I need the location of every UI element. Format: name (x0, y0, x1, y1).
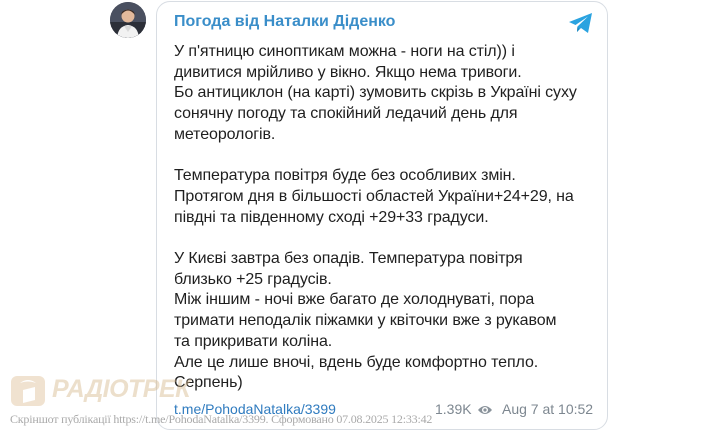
avatar-image (110, 2, 146, 38)
message-line: Температура повітря буде без особливих з… (174, 167, 516, 185)
post-card: Погода від Наталки Діденко У п'ятницю си… (156, 1, 608, 430)
message-line: Бо антициклон (на карті) зумовить скрізь… (174, 84, 577, 102)
message-line: близько +25 градусів. (174, 270, 332, 288)
channel-avatar[interactable] (110, 2, 146, 38)
screenshot-caption: Скріншот публікації https://t.me/PohodaN… (10, 412, 433, 426)
message-line: Протягом дня в більшості областей Україн… (174, 187, 574, 205)
eye-icon (478, 406, 492, 414)
message-paragraph: У п'ятницю синоптикам можна - ноги на ст… (174, 42, 604, 146)
radio-logo-icon (11, 376, 45, 406)
message-line: та прикривати коліна. (174, 332, 333, 350)
message-line: У п'ятницю синоптикам можна - ноги на ст… (174, 43, 515, 60)
message-line: півдні та південному сході +29+33 градус… (174, 208, 489, 226)
message-paragraph: Температура повітря буде без особливих з… (174, 166, 604, 228)
message-line: Але це лише вночі, вдень буде комфортно … (174, 353, 539, 371)
radiotrek-logo: РАДІОТРЕК (8, 370, 191, 410)
message-line: Між іншим - ночі вже багато де холоднува… (174, 291, 535, 309)
post-date: Aug 7 at 10:52 (502, 401, 594, 417)
telegram-post-screenshot: Погода від Наталки Діденко У п'ятницю си… (0, 0, 720, 436)
logo-text: РАДІОТРЕК (52, 375, 191, 403)
message-paragraph: У Києві завтра без опадів. Температура п… (174, 249, 604, 394)
message-line: метеорологів. (174, 125, 276, 143)
message-line: сонячну погоду та спокійний ледачий день… (174, 105, 518, 123)
message-line: У Києві завтра без опадів. Температура п… (174, 250, 523, 267)
channel-name[interactable]: Погода від Наталки Діденко (174, 13, 395, 31)
telegram-icon[interactable] (568, 12, 594, 34)
message-line: дивитися мрійливо у вікно. Якщо нема три… (174, 63, 522, 81)
view-count: 1.39K (435, 401, 472, 417)
message-line: Серпень) (174, 374, 243, 392)
message-line: тримати неподалік піжамки у квіточки вже… (174, 312, 557, 330)
post-message: У п'ятницю синоптикам можна - ноги на ст… (174, 42, 604, 394)
